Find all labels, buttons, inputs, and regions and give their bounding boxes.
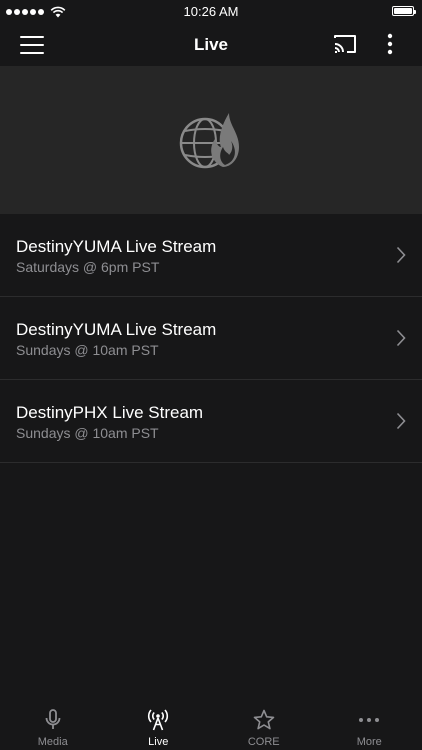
tab-core[interactable]: CORE	[211, 700, 317, 750]
tab-label: Live	[148, 736, 169, 748]
status-bar: 10:26 AM	[0, 0, 422, 24]
broadcast-tower-icon	[148, 709, 169, 731]
battery-icon	[392, 6, 416, 16]
chevron-right-icon	[396, 412, 406, 430]
microphone-icon	[45, 709, 61, 729]
stream-list: DestinyYUMA Live Stream Saturdays @ 6pm …	[0, 214, 422, 463]
chevron-right-icon	[396, 329, 406, 347]
tab-label: More	[356, 736, 382, 748]
tab-bar: Media Live CORE More	[0, 700, 422, 750]
more-options-icon[interactable]	[380, 32, 400, 56]
tab-label: Media	[37, 736, 68, 748]
stream-title: DestinyPHX Live Stream	[16, 403, 204, 422]
list-item[interactable]: DestinyPHX Live Stream Sundays @ 10am PS…	[0, 380, 422, 463]
church-globe-flame-logo	[179, 113, 239, 169]
cast-icon[interactable]	[333, 33, 357, 55]
list-item[interactable]: DestinyYUMA Live Stream Sundays @ 10am P…	[0, 297, 422, 380]
nav-bar: Live	[0, 24, 422, 66]
tab-live[interactable]: Live	[106, 700, 212, 750]
hero-banner	[0, 66, 422, 214]
tab-media[interactable]: Media	[0, 700, 106, 750]
tab-label: CORE	[247, 736, 280, 748]
hamburger-menu-icon[interactable]	[20, 36, 44, 54]
page-title: Live	[193, 35, 229, 54]
star-icon	[253, 709, 275, 730]
stream-title: DestinyYUMA Live Stream	[16, 320, 217, 339]
ellipsis-icon	[359, 718, 380, 722]
stream-schedule: Sundays @ 10am PST	[16, 425, 159, 441]
chevron-right-icon	[396, 246, 406, 264]
list-item[interactable]: DestinyYUMA Live Stream Saturdays @ 6pm …	[0, 214, 422, 297]
stream-schedule: Sundays @ 10am PST	[16, 342, 159, 358]
stream-schedule: Saturdays @ 6pm PST	[16, 259, 160, 275]
tab-more[interactable]: More	[317, 700, 422, 750]
status-time: 10:26 AM	[183, 4, 239, 19]
stream-title: DestinyYUMA Live Stream	[16, 237, 217, 256]
battery-fill	[394, 8, 412, 14]
